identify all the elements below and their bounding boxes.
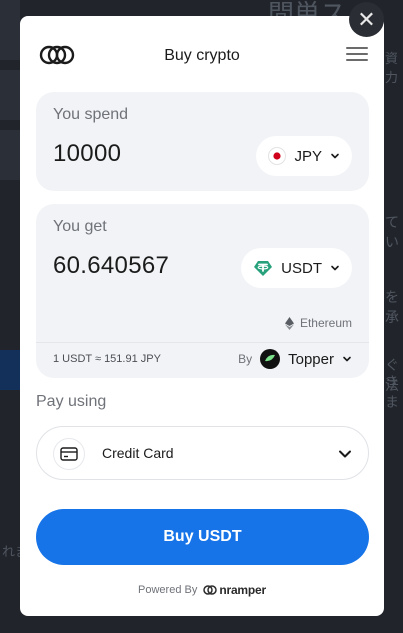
onramper-logo-icon xyxy=(39,45,75,65)
credit-card-icon xyxy=(53,438,85,470)
receive-label: You get xyxy=(53,218,107,235)
background-text: を承 xyxy=(385,290,399,326)
provider-selector[interactable]: By Topper xyxy=(238,349,352,369)
receive-currency-selector[interactable]: USDT xyxy=(241,248,352,288)
widget-header: Buy crypto xyxy=(20,38,384,74)
exchange-rate: 1 USDT ≈ 151.91 JPY xyxy=(53,353,161,365)
close-icon: ✕ xyxy=(357,6,376,32)
spend-panel: You spend 10000 JPY xyxy=(36,92,369,191)
background-strip xyxy=(0,70,20,120)
receive-currency-code: USDT xyxy=(281,259,322,277)
background-strip xyxy=(0,130,20,180)
chevron-down-icon xyxy=(343,356,351,362)
chevron-down-icon xyxy=(331,153,339,159)
background-strip xyxy=(0,0,20,60)
payment-method-select[interactable]: Credit Card xyxy=(36,426,369,480)
background-text: 資力 xyxy=(385,52,399,86)
ethereum-icon xyxy=(284,316,294,330)
network-indicator: Ethereum xyxy=(284,316,352,330)
chevron-down-icon xyxy=(339,450,351,458)
background-blue-block xyxy=(0,350,20,390)
powered-by-footer: Powered By nramper xyxy=(20,583,384,597)
chevron-down-icon xyxy=(331,265,339,271)
provider-prefix: By xyxy=(238,352,253,366)
tether-icon xyxy=(254,261,273,276)
close-button[interactable]: ✕ xyxy=(349,2,384,37)
onramper-small-logo-icon xyxy=(203,585,218,595)
spend-amount-input[interactable]: 10000 xyxy=(53,140,121,168)
spend-label: You spend xyxy=(53,106,129,123)
network-name: Ethereum xyxy=(299,316,352,330)
spend-currency-selector[interactable]: JPY xyxy=(256,136,352,176)
divider xyxy=(36,342,369,343)
pay-using-label: Pay using xyxy=(36,393,107,410)
onramper-brand[interactable]: nramper xyxy=(203,583,266,597)
menu-icon[interactable] xyxy=(346,47,368,63)
provider-name: Topper xyxy=(288,350,334,368)
receive-amount: 60.640567 xyxy=(53,252,170,279)
receive-panel: You get 60.640567 USDT Ethereum 1 USDT ≈… xyxy=(36,204,369,378)
background-text: てい xyxy=(385,215,399,251)
japan-flag-icon xyxy=(268,147,287,165)
topper-logo-icon xyxy=(260,349,281,369)
page-title: Buy crypto xyxy=(164,47,240,64)
buy-button[interactable]: Buy USDT xyxy=(36,509,369,565)
background-text: きま xyxy=(385,375,399,411)
buy-crypto-widget: Buy crypto You spend 10000 JPY You get 6… xyxy=(20,16,384,616)
powered-by-label: Powered By xyxy=(138,584,198,596)
payment-method-label: Credit Card xyxy=(102,445,174,461)
spend-currency-code: JPY xyxy=(294,147,322,165)
onramper-brand-text: nramper xyxy=(219,583,266,597)
